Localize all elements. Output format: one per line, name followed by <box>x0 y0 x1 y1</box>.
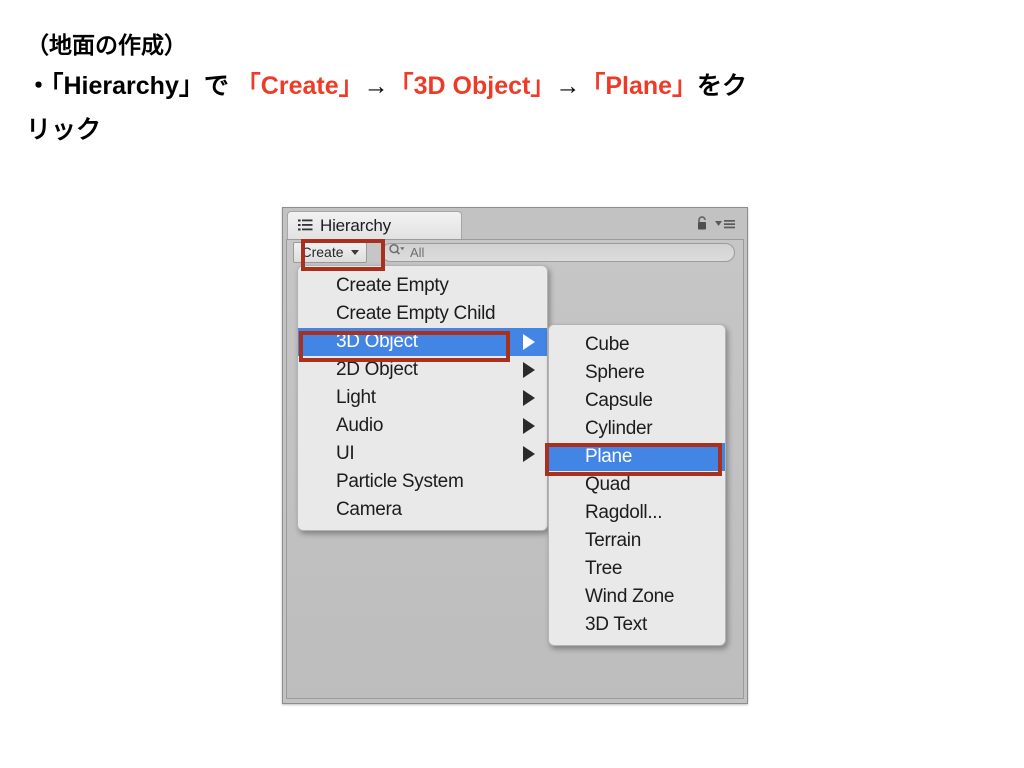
chevron-right-icon <box>523 390 535 406</box>
caption-line-1: （地面の作成） <box>26 32 187 58</box>
caption-highlight-3dobject: 「3D Object」 <box>388 72 556 100</box>
menu-item-label: Create Empty <box>336 275 449 296</box>
menu-item-camera[interactable]: Camera <box>298 496 547 524</box>
menu-item-label: Tree <box>585 558 623 579</box>
tab-hierarchy[interactable]: Hierarchy <box>287 211 462 239</box>
menu-item-label: Create Empty Child <box>336 303 496 324</box>
submenu-item-cylinder[interactable]: Cylinder <box>549 415 725 443</box>
submenu-item-tree[interactable]: Tree <box>549 555 725 583</box>
menu-item-label: 2D Object <box>336 359 418 380</box>
menu-item-label: Wind Zone <box>585 586 675 607</box>
submenu-item-cube[interactable]: Cube <box>549 331 725 359</box>
menu-item-label: Capsule <box>585 390 653 411</box>
menu-item-label: Ragdoll... <box>585 502 663 523</box>
panel-options-icon[interactable] <box>715 217 735 235</box>
caption-arrow-2: → <box>555 72 581 100</box>
menu-item-audio[interactable]: Audio <box>298 412 547 440</box>
menu-item-label: Audio <box>336 415 384 436</box>
submenu-item-terrain[interactable]: Terrain <box>549 527 725 555</box>
hierarchy-list-icon <box>298 219 313 232</box>
panel-header-actions <box>696 216 735 236</box>
annotation-box-3dobject <box>299 331 510 362</box>
chevron-right-icon <box>523 418 535 434</box>
menu-item-label: Particle System <box>336 471 464 492</box>
caption-highlight-plane: 「Plane」 <box>580 72 698 100</box>
submenu-item-capsule[interactable]: Capsule <box>549 387 725 415</box>
instruction-caption: （地面の作成） ・「Hierarchy」で 「Create」→「3D Objec… <box>26 26 986 152</box>
caption-line-2: ・「Hierarchy」で 「Create」→「3D Object」→「Plan… <box>26 64 986 108</box>
search-input[interactable]: All <box>381 242 735 262</box>
chevron-right-icon <box>523 362 535 378</box>
submenu-item-wind-zone[interactable]: Wind Zone <box>549 583 725 611</box>
caption-arrow-1: → <box>363 72 389 100</box>
caption-line-3: リック <box>26 116 102 144</box>
menu-item-particle-system[interactable]: Particle System <box>298 468 547 496</box>
menu-item-label: Light <box>336 387 376 408</box>
menu-item-ui[interactable]: UI <box>298 440 547 468</box>
menu-item-label: Camera <box>336 499 402 520</box>
menu-item-create-empty[interactable]: Create Empty <box>298 272 547 300</box>
tab-hierarchy-label: Hierarchy <box>320 215 391 235</box>
menu-item-create-empty-child[interactable]: Create Empty Child <box>298 300 547 328</box>
annotation-box-create <box>301 239 385 271</box>
lock-icon[interactable] <box>696 216 708 236</box>
search-input-value: All <box>410 244 425 260</box>
menu-item-label: Quad <box>585 474 631 495</box>
caption-line-2-suffix: をク <box>697 72 748 100</box>
3d-object-submenu: Cube Sphere Capsule Cylinder Plane Quad Ragdol… <box>548 324 726 646</box>
annotation-box-plane <box>545 443 722 476</box>
submenu-item-3d-text[interactable]: 3D Text <box>549 611 725 639</box>
menu-item-label: Terrain <box>585 530 641 551</box>
caption-line-2-prefix: ・「Hierarchy」で <box>26 72 236 100</box>
chevron-right-icon <box>523 334 535 350</box>
menu-item-label: UI <box>336 443 355 464</box>
menu-item-light[interactable]: Light <box>298 384 547 412</box>
submenu-item-sphere[interactable]: Sphere <box>549 359 725 387</box>
search-icon[interactable] <box>389 243 406 261</box>
menu-item-label: Cube <box>585 334 630 355</box>
caption-highlight-create: 「Create」 <box>235 72 364 100</box>
menu-item-label: 3D Text <box>585 614 647 635</box>
submenu-item-ragdoll[interactable]: Ragdoll... <box>549 499 725 527</box>
menu-item-label: Sphere <box>585 362 645 383</box>
chevron-right-icon <box>523 446 535 462</box>
create-dropdown-menu: Create Empty Create Empty Child 3D Object 2… <box>297 265 548 531</box>
menu-item-label: Cylinder <box>585 418 653 439</box>
